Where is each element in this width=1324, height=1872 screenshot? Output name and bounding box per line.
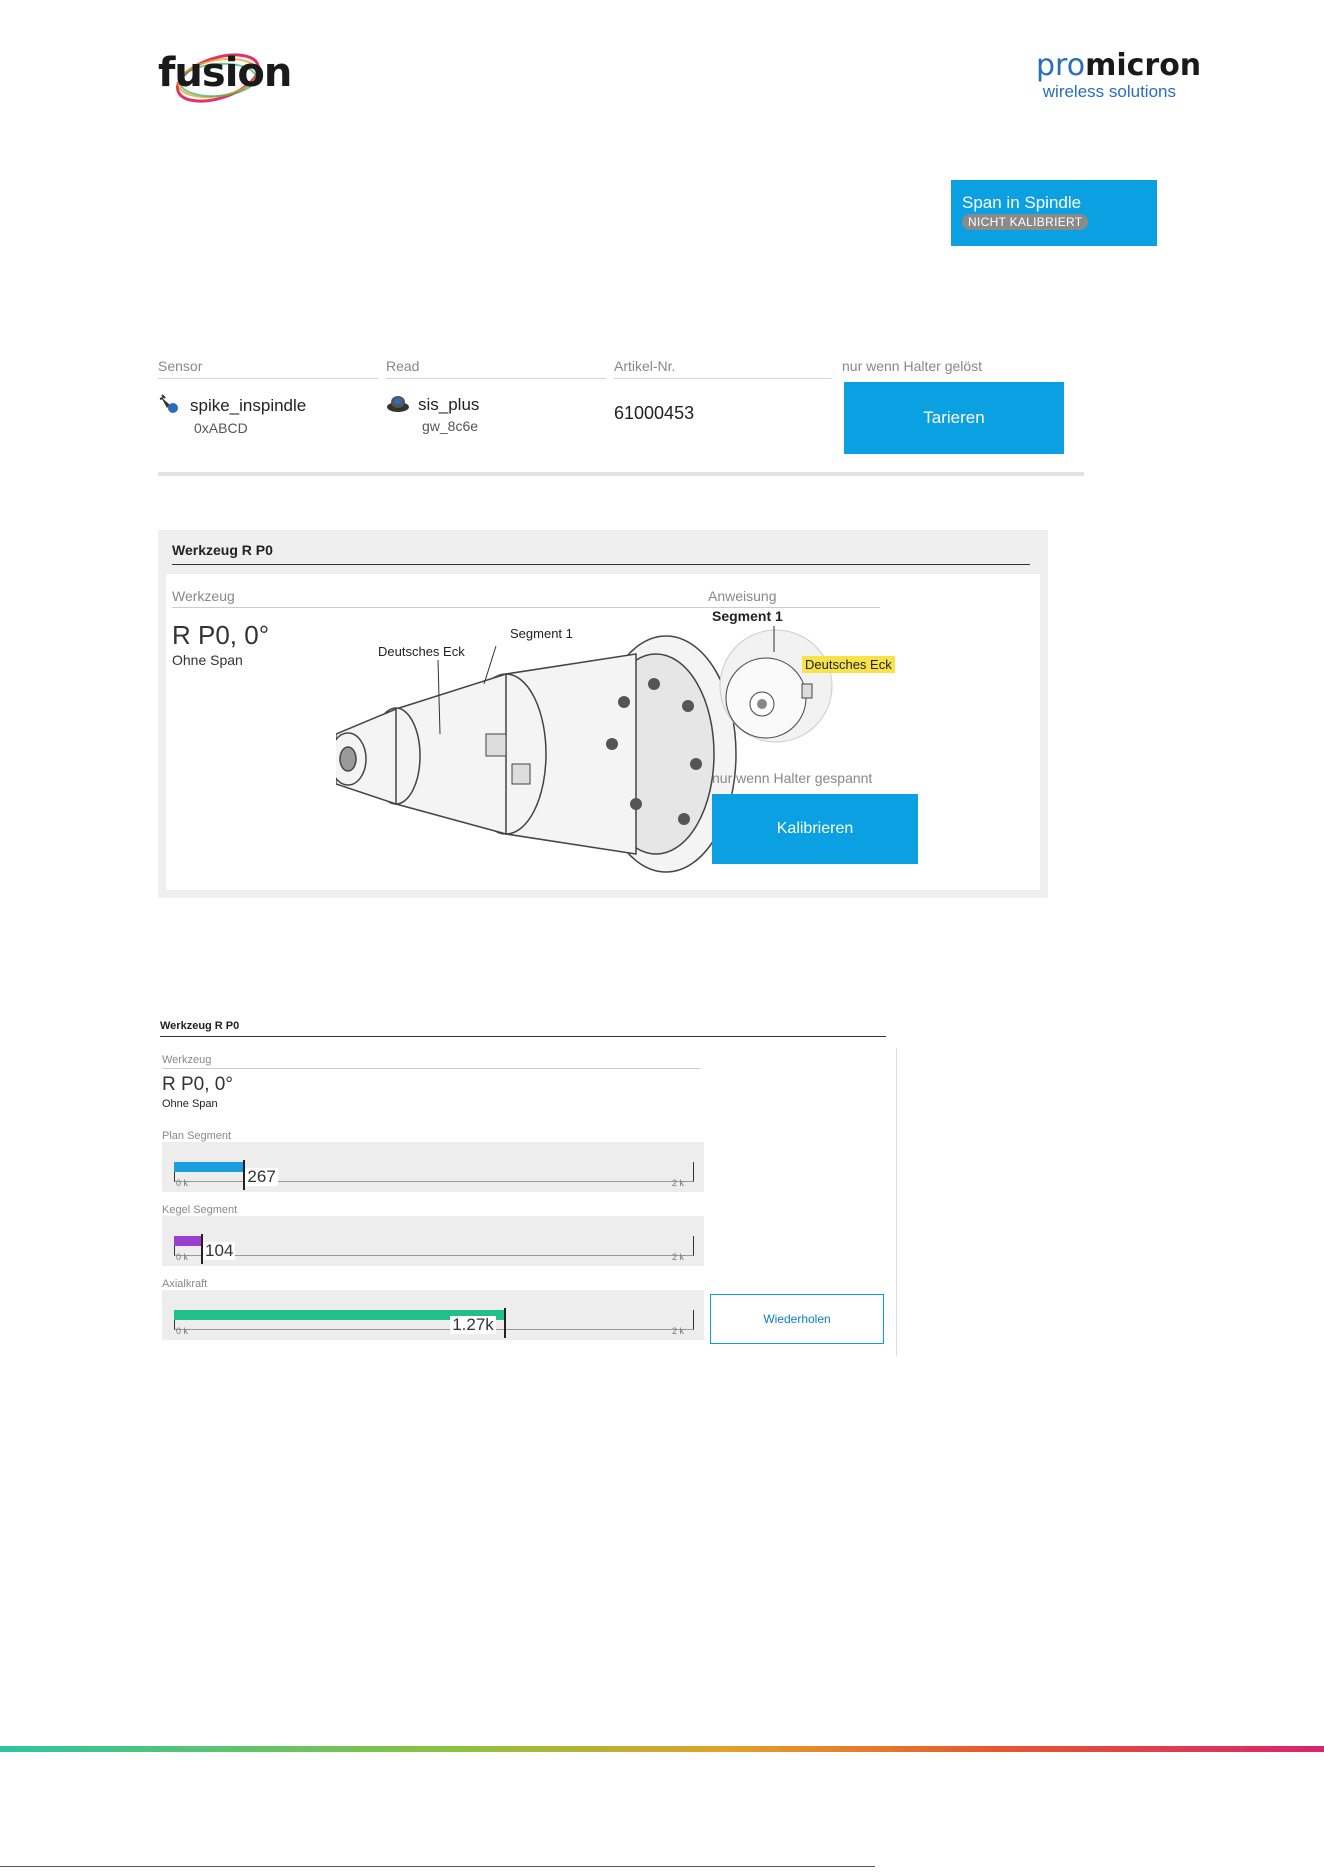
sensor-id: 0xABCD bbox=[194, 420, 248, 436]
promicron-tagline: wireless solutions bbox=[1042, 82, 1176, 101]
sensor-name: spike_inspindle bbox=[190, 395, 307, 415]
bar-fill bbox=[174, 1236, 202, 1246]
instruction-illustration bbox=[719, 626, 833, 743]
article-header: Artikel-Nr. bbox=[614, 358, 832, 379]
bar-track: 104 0 k 2 k bbox=[162, 1216, 704, 1266]
tool-sub: Ohne Span bbox=[172, 652, 243, 668]
read-header: Read bbox=[386, 358, 606, 379]
fusion-logo-text: fusion bbox=[158, 50, 292, 96]
bar-min-label: 0 k bbox=[176, 1252, 189, 1262]
bar-plan-segment: Plan Segment 267 0 k 2 k bbox=[162, 1130, 704, 1192]
bar-track: 267 0 k 2 k bbox=[162, 1142, 704, 1192]
bar-value: 267 bbox=[245, 1167, 278, 1186]
read-id: gw_8c6e bbox=[422, 418, 479, 434]
promicron-brand-a: pro bbox=[1036, 48, 1086, 83]
spindle-status-button[interactable]: Span in Spindle NICHT KALIBRIERT bbox=[951, 180, 1157, 246]
instruction-segment: Segment 1 bbox=[712, 608, 783, 624]
bar-axial-force: Axialkraft 1.27k 0 k 2 k bbox=[162, 1278, 704, 1340]
callout-corner: Deutsches Eck bbox=[378, 644, 465, 659]
sensor-panel: Sensor spike_inspindle 0xABCD Read sis_p… bbox=[158, 358, 1084, 476]
tare-column: nur wenn Halter gelöst bbox=[842, 358, 1074, 378]
bar-max-label: 2 k bbox=[672, 1178, 685, 1188]
bar-max-label: 2 k bbox=[672, 1252, 685, 1262]
bar-value: 1.27k bbox=[450, 1315, 496, 1334]
article-column: Artikel-Nr. 61000453 bbox=[614, 358, 832, 424]
sensor-icon bbox=[158, 393, 184, 420]
tool-panel-body: Werkzeug R P0, 0° Ohne Span Deutsches Ec… bbox=[166, 574, 1040, 890]
calibrate-button[interactable]: Kalibrieren bbox=[712, 794, 918, 864]
promicron-brand-b: micron bbox=[1085, 48, 1202, 83]
bar-track: 1.27k 0 k 2 k bbox=[162, 1290, 704, 1340]
bar-value: 104 bbox=[203, 1241, 236, 1260]
status-badge: NICHT KALIBRIERT bbox=[962, 214, 1089, 230]
article-number: 61000453 bbox=[614, 403, 695, 423]
tool-panel: Werkzeug R P0 Werkzeug R P0, 0° Ohne Spa… bbox=[158, 530, 1048, 898]
instruction-header: Anweisung bbox=[708, 588, 880, 608]
calibrate-header: nur wenn Halter gespannt bbox=[712, 770, 873, 786]
tool-panel-compact-title: Werkzeug R P0 bbox=[160, 1020, 886, 1037]
bar-min-label: 0 k bbox=[176, 1178, 189, 1188]
repeat-button[interactable]: Wiederholen bbox=[710, 1294, 884, 1344]
status-title: Span in Spindle bbox=[962, 193, 1082, 212]
sensor-column: Sensor spike_inspindle 0xABCD bbox=[158, 358, 378, 436]
compact-tool-header: Werkzeug bbox=[162, 1054, 700, 1069]
bar-cone-segment: Kegel Segment 104 0 k 2 k bbox=[162, 1204, 704, 1266]
promicron-logo: promicron wireless solutions bbox=[1036, 48, 1201, 110]
bar-label: Axialkraft bbox=[162, 1278, 208, 1290]
tool-panel-compact: Werkzeug R P0 Werkzeug R P0, 0° Ohne Spa… bbox=[158, 1016, 898, 1356]
footer-gradient-bar bbox=[0, 1746, 1324, 1752]
receiver-icon bbox=[386, 393, 412, 418]
tare-button[interactable]: Tarieren bbox=[844, 382, 1064, 454]
tool-panel-title: Werkzeug R P0 bbox=[172, 542, 1030, 565]
bar-marker bbox=[504, 1308, 507, 1338]
read-column: Read sis_plus gw_8c6e bbox=[386, 358, 606, 434]
compact-tool-name: R P0, 0° bbox=[162, 1074, 233, 1095]
bar-fill bbox=[174, 1162, 244, 1172]
callout-segment: Segment 1 bbox=[510, 626, 573, 641]
footer-rule bbox=[0, 1866, 875, 1867]
bar-label: Plan Segment bbox=[162, 1130, 232, 1142]
instruction-corner: Deutsches Eck bbox=[802, 656, 895, 673]
fusion-logo: fusion bbox=[158, 50, 292, 110]
tool-name: R P0, 0° bbox=[172, 620, 270, 650]
read-name: sis_plus bbox=[418, 394, 480, 414]
sensor-header: Sensor bbox=[158, 358, 378, 379]
promicron-brand: promicron bbox=[1036, 48, 1201, 83]
compact-tool-sub: Ohne Span bbox=[162, 1098, 218, 1110]
tare-header: nur wenn Halter gelöst bbox=[842, 358, 983, 374]
bar-min-label: 0 k bbox=[176, 1326, 189, 1336]
bar-max-label: 2 k bbox=[672, 1326, 685, 1336]
bar-label: Kegel Segment bbox=[162, 1204, 238, 1216]
